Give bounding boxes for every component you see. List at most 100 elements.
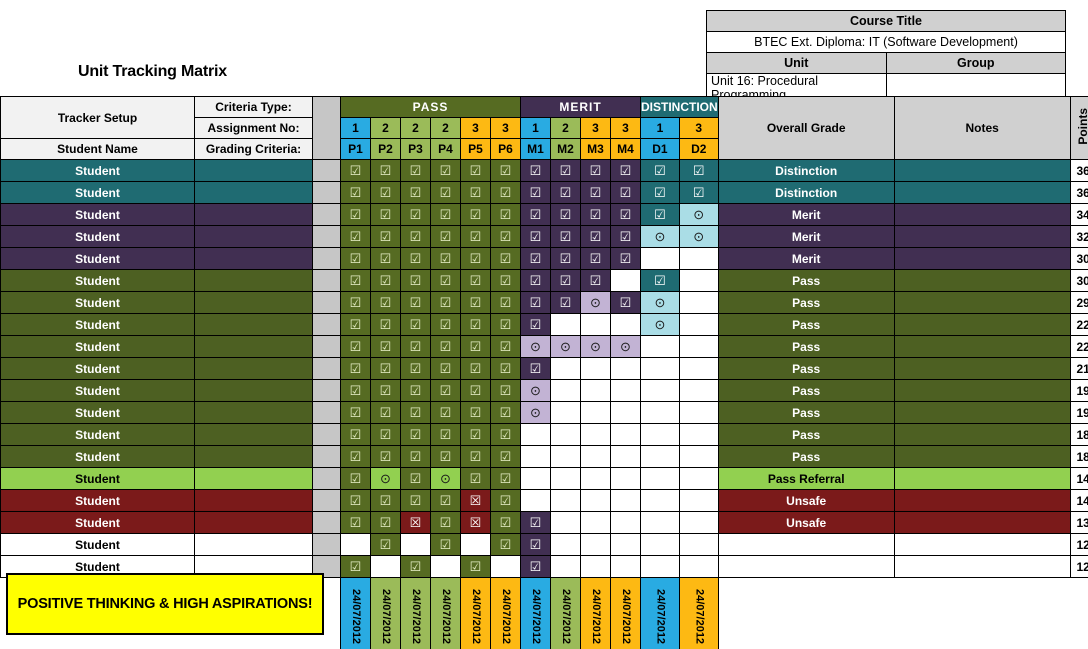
- criteria-cell-M1[interactable]: ☑: [520, 533, 551, 556]
- overall-grade-cell[interactable]: Pass: [717, 401, 895, 424]
- criteria-cell-P4[interactable]: ☑: [430, 423, 461, 446]
- deadline-date-P5[interactable]: 24/07/2012: [460, 577, 491, 649]
- criteria-cell-P1[interactable]: ☑: [340, 423, 371, 446]
- criteria-cell-P5[interactable]: ☑: [460, 555, 491, 578]
- criteria-cell-M4[interactable]: [610, 423, 641, 446]
- overall-grade-cell[interactable]: Pass: [717, 445, 895, 468]
- criteria-cell-P3[interactable]: ☑: [400, 247, 431, 270]
- criteria-cell-D1[interactable]: [640, 247, 680, 270]
- criteria-cell-M3[interactable]: [580, 313, 611, 336]
- criteria-cell-M4[interactable]: ⊙: [610, 335, 641, 358]
- notes-cell[interactable]: [893, 423, 1071, 446]
- criteria-cell-P4[interactable]: ☑: [430, 401, 461, 424]
- criteria-cell-P6[interactable]: ☑: [490, 379, 521, 402]
- criteria-cell-P4[interactable]: ☑: [430, 203, 461, 226]
- criteria-cell-M1[interactable]: [520, 467, 551, 490]
- criteria-cell-P1[interactable]: ☑: [340, 379, 371, 402]
- criteria-cell-D2[interactable]: ⊙: [678, 203, 719, 226]
- criteria-cell-D1[interactable]: [640, 445, 680, 468]
- criteria-cell-M2[interactable]: [550, 445, 581, 468]
- criteria-cell-P4[interactable]: ☑: [430, 533, 461, 556]
- criteria-cell-P6[interactable]: ☑: [490, 291, 521, 314]
- criteria-cell-P3[interactable]: ☑: [400, 181, 431, 204]
- criteria-cell-M2[interactable]: [550, 357, 581, 380]
- criteria-cell-M4[interactable]: [610, 401, 641, 424]
- notes-cell[interactable]: [893, 511, 1071, 534]
- criteria-cell-P2[interactable]: ☑: [370, 203, 401, 226]
- criteria-cell-P4[interactable]: ☑: [430, 511, 461, 534]
- criteria-cell-P2[interactable]: ⊙: [370, 467, 401, 490]
- criteria-cell-M3[interactable]: ☑: [580, 269, 611, 292]
- criteria-cell-P2[interactable]: ☑: [370, 181, 401, 204]
- criteria-cell-M2[interactable]: ☑: [550, 159, 581, 182]
- criteria-cell-M4[interactable]: ☑: [610, 159, 641, 182]
- criteria-cell-M1[interactable]: ☑: [520, 555, 551, 578]
- student-name-cell[interactable]: Student: [0, 511, 195, 534]
- criteria-cell-P6[interactable]: ☑: [490, 467, 521, 490]
- criteria-cell-D2[interactable]: [678, 335, 719, 358]
- criteria-cell-D1[interactable]: [640, 423, 680, 446]
- deadline-date-M1[interactable]: 24/07/2012: [520, 577, 551, 649]
- criteria-cell-M2[interactable]: ☑: [550, 269, 581, 292]
- criteria-cell-M2[interactable]: ⊙: [550, 335, 581, 358]
- criteria-cell-P5[interactable]: ☑: [460, 445, 491, 468]
- criteria-cell-P2[interactable]: ☑: [370, 291, 401, 314]
- criteria-cell-P1[interactable]: ☑: [340, 335, 371, 358]
- criteria-cell-P1[interactable]: ☑: [340, 269, 371, 292]
- criteria-cell-M1[interactable]: ☑: [520, 159, 551, 182]
- criteria-cell-D2[interactable]: [678, 555, 719, 578]
- criteria-cell-M2[interactable]: [550, 423, 581, 446]
- criteria-cell-P2[interactable]: ☑: [370, 335, 401, 358]
- criteria-cell-P1[interactable]: [340, 533, 371, 556]
- criteria-cell-P5[interactable]: ☑: [460, 269, 491, 292]
- deadline-date-P6[interactable]: 24/07/2012: [490, 577, 521, 649]
- criteria-cell-M4[interactable]: [610, 269, 641, 292]
- criteria-cell-M2[interactable]: [550, 401, 581, 424]
- criteria-cell-P4[interactable]: ☑: [430, 379, 461, 402]
- criteria-cell-M4[interactable]: [610, 313, 641, 336]
- criteria-cell-P6[interactable]: ☑: [490, 445, 521, 468]
- criteria-cell-P5[interactable]: ☑: [460, 247, 491, 270]
- criteria-cell-D1[interactable]: ☑: [640, 159, 680, 182]
- notes-cell[interactable]: [893, 533, 1071, 556]
- criteria-cell-P2[interactable]: ☑: [370, 225, 401, 248]
- notes-cell[interactable]: [893, 357, 1071, 380]
- criteria-code-P2[interactable]: P2: [370, 138, 401, 160]
- criteria-cell-D2[interactable]: [678, 423, 719, 446]
- criteria-cell-P1[interactable]: ☑: [340, 159, 371, 182]
- criteria-cell-D1[interactable]: [640, 489, 680, 512]
- criteria-cell-P6[interactable]: ☑: [490, 401, 521, 424]
- student-name-cell[interactable]: Student: [0, 489, 195, 512]
- criteria-cell-P2[interactable]: ☑: [370, 313, 401, 336]
- criteria-cell-D2[interactable]: [678, 269, 719, 292]
- criteria-code-P6[interactable]: P6: [490, 138, 521, 160]
- criteria-cell-P6[interactable]: ☑: [490, 357, 521, 380]
- criteria-cell-M1[interactable]: ⊙: [520, 401, 551, 424]
- criteria-cell-M1[interactable]: ☑: [520, 203, 551, 226]
- criteria-cell-M3[interactable]: [580, 511, 611, 534]
- criteria-cell-P3[interactable]: ☒: [400, 511, 431, 534]
- criteria-cell-D1[interactable]: ⊙: [640, 313, 680, 336]
- criteria-cell-P5[interactable]: ☑: [460, 335, 491, 358]
- criteria-cell-M4[interactable]: ☑: [610, 291, 641, 314]
- criteria-cell-M1[interactable]: [520, 423, 551, 446]
- criteria-cell-M3[interactable]: [580, 555, 611, 578]
- student-name-cell[interactable]: Student: [0, 357, 195, 380]
- student-name-cell[interactable]: Student: [0, 159, 195, 182]
- criteria-code-M2[interactable]: M2: [550, 138, 581, 160]
- criteria-cell-P6[interactable]: ☑: [490, 159, 521, 182]
- criteria-cell-M2[interactable]: ☑: [550, 247, 581, 270]
- criteria-cell-P3[interactable]: ☑: [400, 489, 431, 512]
- criteria-cell-P3[interactable]: [400, 533, 431, 556]
- criteria-cell-P5[interactable]: ☑: [460, 181, 491, 204]
- criteria-cell-P6[interactable]: ☑: [490, 247, 521, 270]
- criteria-code-M1[interactable]: M1: [520, 138, 551, 160]
- criteria-cell-P6[interactable]: ☑: [490, 533, 521, 556]
- criteria-cell-P3[interactable]: ☑: [400, 159, 431, 182]
- overall-grade-cell[interactable]: Merit: [717, 203, 895, 226]
- deadline-date-M4[interactable]: 24/07/2012: [610, 577, 641, 649]
- course-title-value[interactable]: BTEC Ext. Diploma: IT (Software Developm…: [706, 31, 1066, 53]
- criteria-cell-D2[interactable]: [678, 247, 719, 270]
- deadline-date-M2[interactable]: 24/07/2012: [550, 577, 581, 649]
- criteria-cell-P5[interactable]: ☑: [460, 313, 491, 336]
